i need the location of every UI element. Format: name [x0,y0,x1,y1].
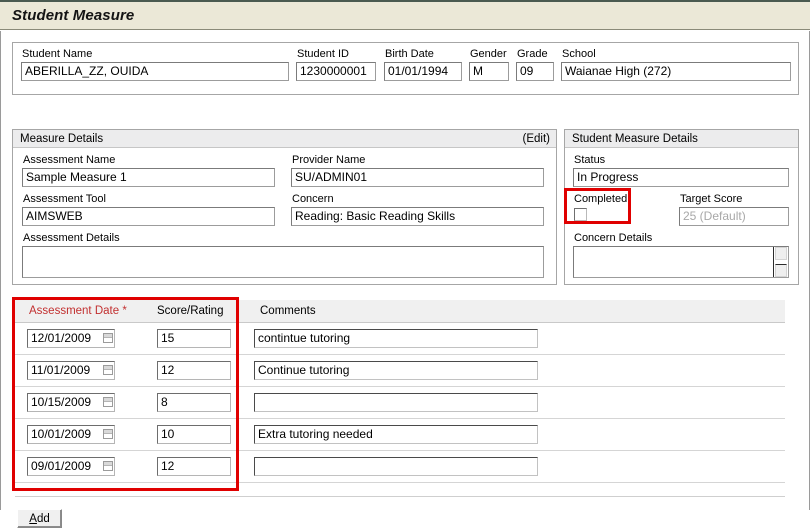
comment-input[interactable]: Extra tutoring needed [254,425,538,444]
calendar-icon[interactable] [103,429,113,439]
score-input[interactable]: 12 [157,457,231,476]
student-id-input[interactable]: 1230000001 [296,62,376,81]
concern-details-scrollbar[interactable] [773,247,788,277]
student-id-label: Student ID [297,48,349,60]
target-score-label: Target Score [680,193,743,205]
window-title-bar: Student Measure [0,0,810,30]
scroll-up-arrow-icon[interactable] [775,247,787,260]
cell-score: 10 [157,425,231,444]
calendar-icon[interactable] [103,333,113,343]
cell-comment [254,393,538,412]
cell-score: 12 [157,457,231,476]
calendar-icon[interactable] [103,461,113,471]
status-label: Status [574,154,606,166]
assessment-date-input[interactable]: 10/15/2009 [27,393,115,412]
comment-input[interactable]: Continue tutoring [254,361,538,380]
assessment-name-input[interactable]: Sample Measure 1 [22,168,275,187]
calendar-icon[interactable] [103,365,113,375]
cell-assessment-date: 12/01/2009 [27,329,115,348]
provider-name-label: Provider Name [292,154,366,166]
table-row: 10/15/2009 8 [15,387,785,419]
cell-comment: Extra tutoring needed [254,425,538,444]
cell-comment: Continue tutoring [254,361,538,380]
measure-details-header: Measure Details (Edit) [13,130,556,148]
measure-details-edit-link[interactable]: (Edit) [523,133,550,145]
cell-score: 12 [157,361,231,380]
score-input[interactable]: 8 [157,393,231,412]
cell-score: 8 [157,393,231,412]
assessment-tool-label: Assessment Tool [23,193,106,205]
student-measure-details-header: Student Measure Details [565,130,798,148]
student-measure-details-title: Student Measure Details [572,132,698,145]
student-name-input[interactable]: ABERILLA_ZZ, OUIDA [21,62,289,81]
cell-score: 15 [157,329,231,348]
cell-assessment-date: 09/01/2009 [27,457,115,476]
calendar-icon[interactable] [103,397,113,407]
assessment-name-label: Assessment Name [23,154,116,166]
school-label: School [562,48,596,60]
assessment-grid: Assessment Date * Score/Rating Comments … [15,300,785,483]
cell-comment [254,457,538,476]
column-header-score-rating: Score/Rating [157,305,224,317]
table-row: 10/01/2009 10 Extra tutoring needed [15,419,785,451]
scroll-down-arrow-icon[interactable] [775,264,787,277]
birth-date-input[interactable]: 01/01/1994 [384,62,462,81]
gender-input[interactable]: M [469,62,509,81]
score-input[interactable]: 10 [157,425,231,444]
grade-input[interactable]: 09 [516,62,554,81]
target-score-input: 25 (Default) [679,207,789,226]
measure-details-panel: Measure Details (Edit) Assessment Name S… [12,129,557,285]
column-header-assessment-date: Assessment Date * [29,305,127,317]
student-name-label: Student Name [22,48,93,60]
add-button-label: dd [36,512,50,525]
concern-input[interactable]: Reading: Basic Reading Skills [291,207,544,226]
assessment-tool-input[interactable]: AIMSWEB [22,207,275,226]
add-button-accesskey: A [29,512,37,525]
assessment-date-input[interactable]: 09/01/2009 [27,457,115,476]
page-body: Student Name ABERILLA_ZZ, OUIDA Student … [0,31,810,528]
table-row: 11/01/2009 12 Continue tutoring [15,355,785,387]
student-measure-details-body: Status In Progress Completed Target Scor… [565,148,798,284]
cell-assessment-date: 11/01/2009 [27,361,115,380]
grid-header-row: Assessment Date * Score/Rating Comments [15,300,785,323]
assessment-date-input[interactable]: 12/01/2009 [27,329,115,348]
comment-input[interactable]: contintue tutoring [254,329,538,348]
student-measure-window: Student Measure Student Name ABERILLA_ZZ… [0,0,810,528]
provider-name-input[interactable]: SU/ADMIN01 [291,168,544,187]
table-row: 09/01/2009 12 [15,451,785,483]
completed-label: Completed [574,193,628,205]
concern-details-label: Concern Details [574,232,653,244]
status-input[interactable]: In Progress [573,168,789,187]
school-input[interactable]: Waianae High (272) [561,62,791,81]
cell-comment: contintue tutoring [254,329,538,348]
assessment-date-input[interactable]: 10/01/2009 [27,425,115,444]
assessment-details-textarea[interactable] [22,246,544,278]
measure-details-body: Assessment Name Sample Measure 1 Provide… [13,148,556,284]
completed-checkbox[interactable] [574,208,587,221]
birth-date-label: Birth Date [385,48,434,60]
score-input[interactable]: 15 [157,329,231,348]
assessment-details-label: Assessment Details [23,232,120,244]
page-title: Student Measure [12,7,135,24]
score-input[interactable]: 12 [157,361,231,380]
grid-bottom-divider [15,496,785,497]
assessment-date-input[interactable]: 11/01/2009 [27,361,115,380]
cell-assessment-date: 10/15/2009 [27,393,115,412]
measure-details-title: Measure Details [20,132,104,145]
student-measure-details-panel: Student Measure Details Status In Progre… [564,129,799,285]
comment-input[interactable] [254,393,538,412]
concern-label: Concern [292,193,334,205]
grade-label: Grade [517,48,548,60]
comment-input[interactable] [254,457,538,476]
cell-assessment-date: 10/01/2009 [27,425,115,444]
table-row: 12/01/2009 15 contintue tutoring [15,323,785,355]
concern-details-textarea[interactable] [573,246,789,278]
gender-label: Gender [470,48,507,60]
student-info-group: Student Name ABERILLA_ZZ, OUIDA Student … [12,42,799,95]
add-button[interactable]: Add [17,509,62,528]
column-header-comments: Comments [260,305,316,317]
